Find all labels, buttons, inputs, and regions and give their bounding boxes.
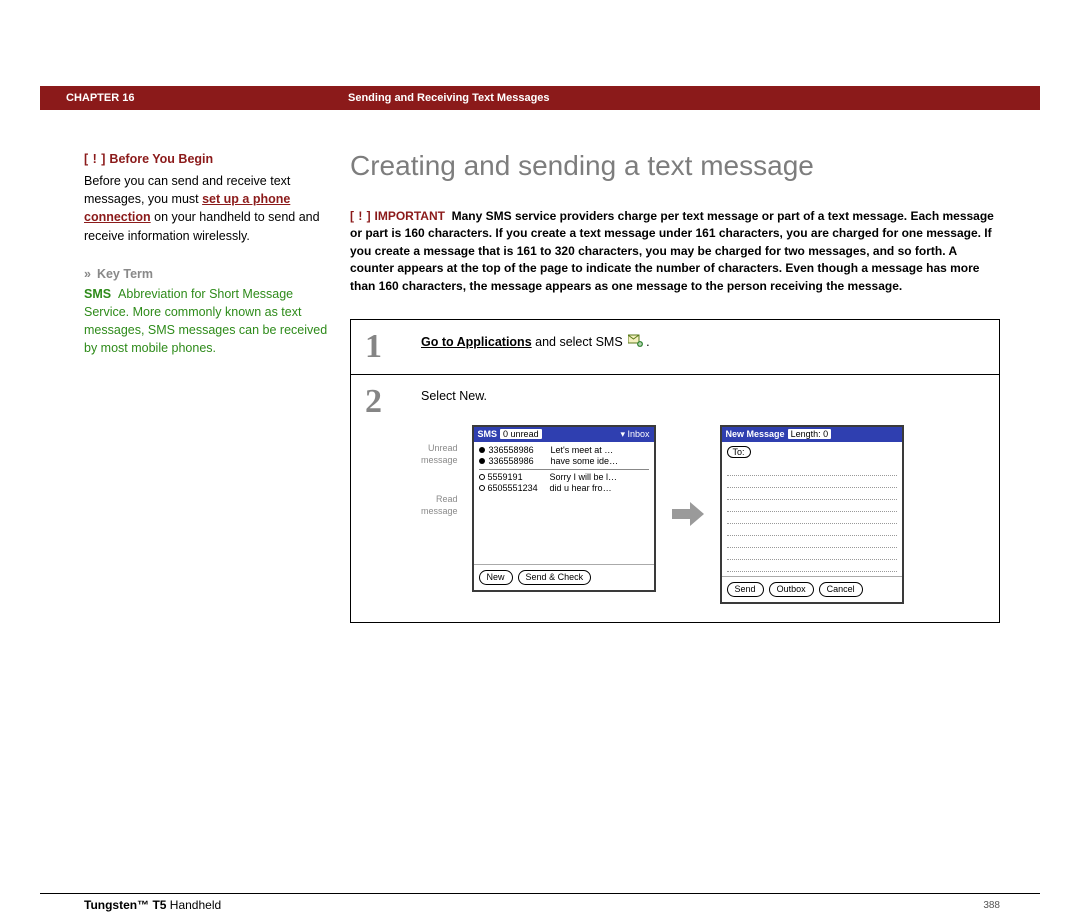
callout-read: Readmessage [421,494,458,517]
key-term-label: Key Term [97,267,153,281]
send-button[interactable]: Send [727,582,764,597]
titlebar-title: New Message [726,429,785,439]
before-you-begin-body: Before you can send and receive text mes… [84,172,330,245]
read-dot-icon [479,485,485,491]
titlebar: New Message Length: 0 [722,427,902,442]
important-note: [ ! ] IMPORTANT Many SMS service provide… [350,208,1000,295]
step-row: 2 Select New. Unreadmessage Readmessage [351,374,999,622]
step-body: Go to Applications and select SMS . [415,320,999,374]
new-message-screenshot: New Message Length: 0 To: [720,425,904,604]
chapter-title: Sending and Receiving Text Messages [324,92,550,104]
step2-text: Select New. [421,389,983,403]
list-item[interactable]: 336558986Let's meet at … [479,445,649,456]
list-item[interactable]: 336558986have some ide… [479,456,649,467]
page-footer: Tungsten™ T5 Handheld 388 [40,893,1040,920]
to-button[interactable]: To: [727,446,751,458]
step-number: 2 [351,375,415,622]
figures-row: Unreadmessage Readmessage SMS 0 unread ▾… [421,425,983,604]
compose-area[interactable] [722,462,902,576]
sms-app-icon [628,334,644,348]
key-term-text: Abbreviation for Short Message Service. … [84,287,327,355]
step-row: 1 Go to Applications and select SMS . [351,320,999,374]
alert-bracket-icon: [ ! ] [350,209,371,223]
new-button[interactable]: New [479,570,513,585]
product-name: Tungsten™ T5 Handheld [84,898,221,912]
sms-inbox-screenshot: SMS 0 unread ▾ Inbox 336558986Let's meet… [472,425,656,592]
step1-text-post: and select SMS [532,335,623,349]
inbox-dropdown[interactable]: ▾ Inbox [620,429,649,440]
cancel-button[interactable]: Cancel [819,582,863,597]
important-label: IMPORTANT [375,209,445,223]
message-list: 336558986Let's meet at … 336558986have s… [474,442,654,564]
callout-unread: Unreadmessage [421,443,458,466]
main-column: Creating and sending a text message [ ! … [350,150,1040,623]
outbox-button[interactable]: Outbox [769,582,814,597]
chapter-header: CHAPTER 16 Sending and Receiving Text Me… [40,86,1040,110]
key-term-heading: » Key Term [84,265,330,283]
step-number: 1 [351,320,415,374]
page-number: 388 [983,900,1000,911]
callouts: Unreadmessage Readmessage [421,425,458,518]
titlebar-title: SMS [478,429,498,439]
chevron-right-icon: » [84,267,89,281]
chapter-label: CHAPTER 16 [40,92,324,104]
length-counter: Length: 0 [788,429,832,439]
read-dot-icon [479,474,485,480]
unread-badge: 0 unread [500,429,542,439]
key-term-term: SMS [84,287,111,301]
sidebar: [ ! ] Before You Begin Before you can se… [40,150,350,357]
important-body: Many SMS service providers charge per te… [350,209,994,293]
button-bar: Send Outbox Cancel [722,576,902,602]
arrow-right-icon [670,498,706,530]
page-title: Creating and sending a text message [350,150,1000,182]
go-to-applications-link[interactable]: Go to Applications [421,335,532,349]
button-bar: New Send & Check [474,564,654,590]
to-row: To: [722,442,902,462]
unread-dot-icon [479,447,485,453]
steps-box: 1 Go to Applications and select SMS . 2 … [350,319,1000,623]
send-check-button[interactable]: Send & Check [518,570,592,585]
step-body: Select New. Unreadmessage Readmessage SM… [415,375,999,622]
unread-dot-icon [479,458,485,464]
divider [479,469,649,470]
titlebar: SMS 0 unread ▾ Inbox [474,427,654,442]
alert-bracket-icon: [ ! ] [84,152,106,166]
key-term-body: SMS Abbreviation for Short Message Servi… [84,285,330,358]
list-item[interactable]: 6505551234did u hear fro… [479,483,649,494]
before-you-begin-label: Before You Begin [109,152,213,166]
list-item[interactable]: 5559191Sorry I will be l… [479,472,649,483]
before-you-begin-heading: [ ! ] Before You Begin [84,150,330,168]
